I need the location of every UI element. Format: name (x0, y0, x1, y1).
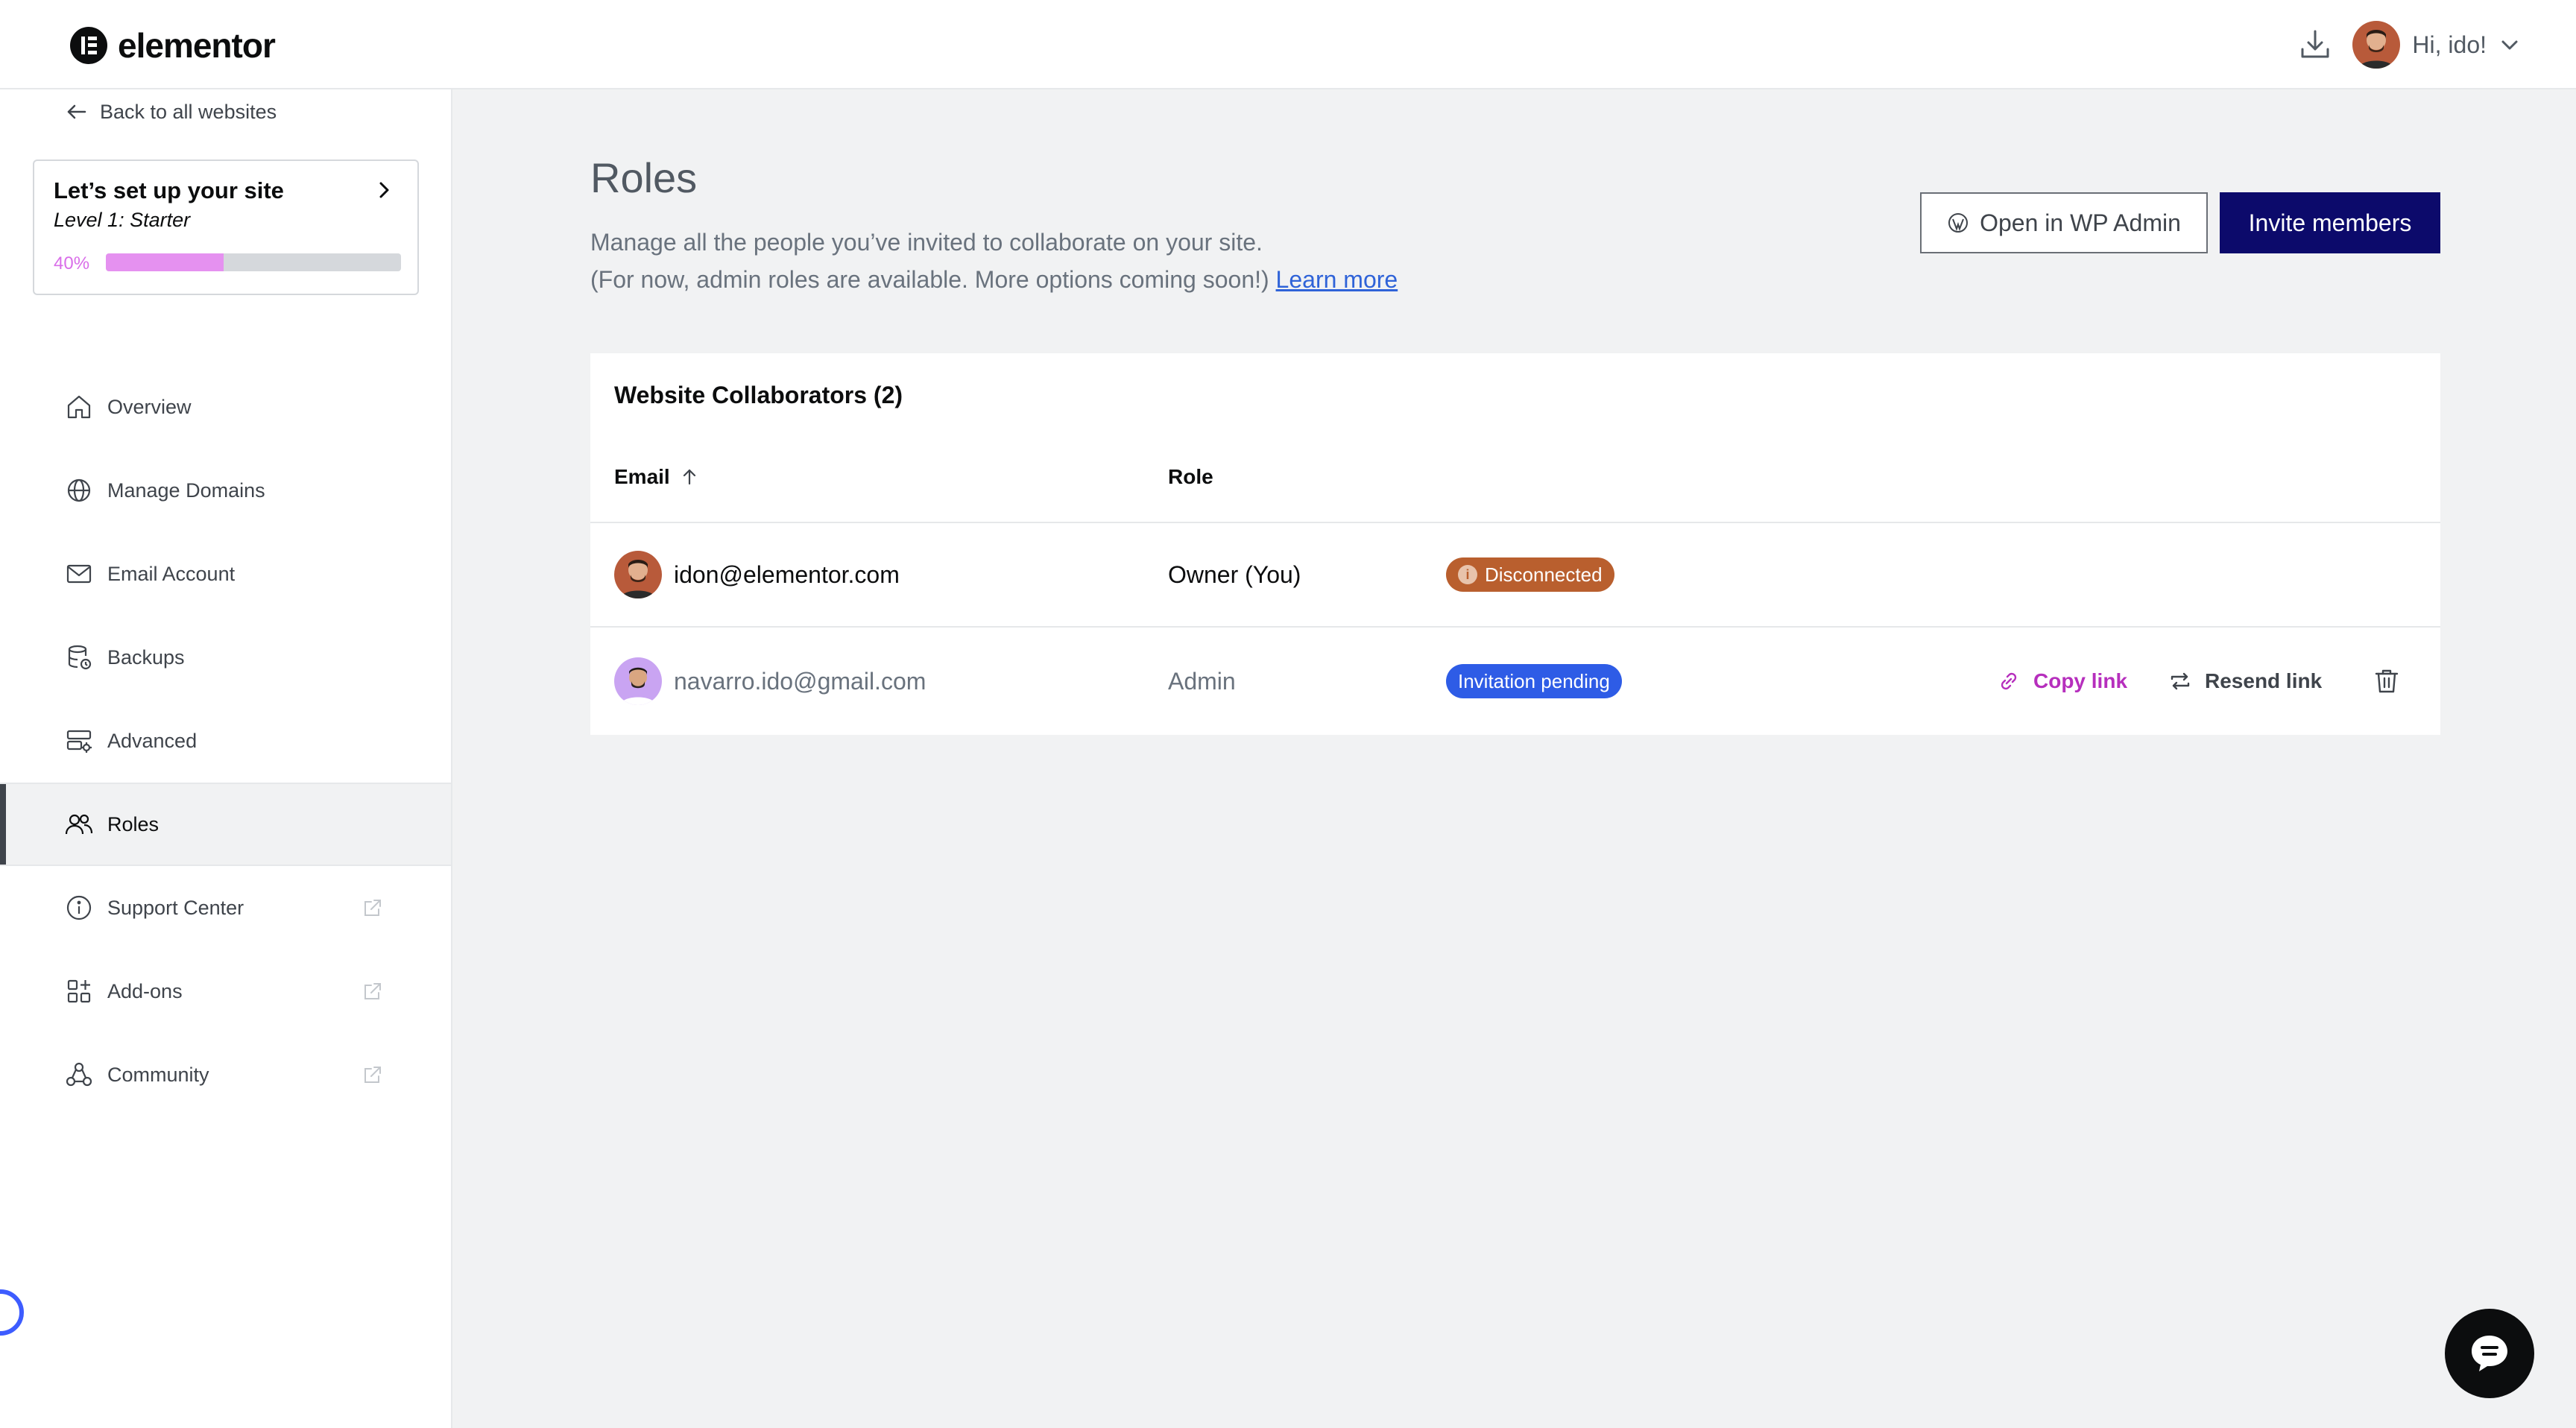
collaborator-email-cell: idon@elementor.com (614, 523, 900, 626)
setup-site-card[interactable]: Let’s set up your site Level 1: Starter … (33, 159, 419, 295)
wordpress-icon (1948, 213, 1969, 233)
collaborators-title: Website Collaborators (2) (614, 382, 903, 408)
sidebar-item-add-ons[interactable]: Add-ons (0, 950, 451, 1033)
sidebar-item-email-account[interactable]: Email Account (0, 532, 451, 616)
sidebar-item-label: Support Center (107, 896, 244, 919)
sidebar-item-overview[interactable]: Overview (0, 365, 451, 449)
table-row: navarro.ido@gmail.com Admin Invitation p… (590, 626, 2440, 735)
delete-collaborator-button[interactable] (2372, 628, 2402, 735)
advanced-icon (66, 730, 92, 753)
sidebar-item-roles[interactable]: Roles (0, 783, 451, 866)
elementor-logo-icon (70, 27, 107, 64)
avatar (614, 657, 662, 705)
setup-progress-bar (106, 253, 401, 271)
sidebar-item-community[interactable]: Community (0, 1033, 451, 1116)
sidebar-item-label: Manage Domains (107, 478, 265, 502)
collaborator-email: navarro.ido@gmail.com (674, 667, 926, 695)
sidebar-item-backups[interactable]: Backups (0, 616, 451, 699)
sidebar-item-advanced[interactable]: Advanced (0, 699, 451, 783)
external-link-icon (364, 983, 381, 999)
collaborator-email-cell: navarro.ido@gmail.com (614, 628, 926, 735)
collaborator-role: Owner (You) (1168, 560, 1301, 588)
page-title: Roles (590, 154, 698, 201)
copy-link-button[interactable]: Copy link (1996, 628, 2127, 735)
info-icon (66, 895, 92, 920)
chevron-right-icon[interactable] (373, 179, 395, 201)
setup-level: Level 1: Starter (54, 209, 191, 231)
chevron-down-icon[interactable] (2498, 34, 2521, 56)
collaborator-role: Admin (1168, 667, 1236, 695)
arrow-left-icon (67, 104, 86, 119)
chat-icon (2472, 1336, 2507, 1371)
user-avatar[interactable] (2352, 21, 2401, 69)
home-icon (67, 395, 91, 419)
sidebar-item-label: Add-ons (107, 979, 183, 1002)
status-badge: Invitation pending (1446, 664, 1622, 698)
external-link-icon (364, 1067, 381, 1083)
open-wp-admin-button[interactable]: Open in WP Admin (1920, 192, 2208, 253)
column-header-role: Role (1168, 465, 1213, 488)
resend-link-button[interactable]: Resend link (2168, 628, 2322, 735)
elementor-logo[interactable]: elementor (70, 25, 276, 66)
sidebar-item-label: Email Account (107, 562, 236, 585)
column-header-email-label: Email (614, 465, 670, 488)
status-badge: i Disconnected (1446, 557, 1614, 592)
download-icon[interactable] (2297, 27, 2333, 63)
link-icon (2001, 672, 2017, 690)
learn-more-link[interactable]: Learn more (1276, 266, 1398, 293)
setup-title: Let’s set up your site (54, 177, 284, 203)
user-greeting[interactable]: Hi, ido! (2412, 31, 2487, 59)
sidebar-item-support-center[interactable]: Support Center (0, 866, 451, 950)
back-to-websites-link[interactable]: Back to all websites (64, 92, 277, 131)
sidebar-item-label: Community (107, 1063, 209, 1086)
resend-icon (2171, 672, 2190, 690)
table-row: idon@elementor.com Owner (You) i Disconn… (590, 522, 2440, 626)
description-line-1: Manage all the people you’ve invited to … (590, 229, 1263, 256)
trash-icon (2375, 669, 2399, 693)
sidebar: Back to all websites Let’s set up your s… (0, 89, 452, 1428)
column-header-email[interactable]: Email (614, 465, 700, 489)
sidebar-item-label: Roles (107, 812, 160, 835)
globe-icon (67, 478, 91, 502)
sidebar-nav: Overview Manage Domains Email Account Ba… (0, 365, 451, 1116)
chat-support-button[interactable] (2445, 1309, 2534, 1398)
community-icon (66, 1062, 92, 1087)
info-icon: i (1458, 565, 1477, 584)
collaborator-email: idon@elementor.com (674, 560, 900, 588)
mail-icon (66, 564, 92, 584)
users-icon (65, 814, 93, 835)
invite-members-button[interactable]: Invite members (2220, 192, 2440, 253)
status-cell: Invitation pending (1446, 628, 1622, 735)
brand-name: elementor (118, 26, 276, 65)
sort-ascending-icon[interactable] (679, 467, 700, 487)
status-badge-label: Disconnected (1485, 563, 1603, 586)
setup-progress-percent: 40% (54, 253, 90, 274)
external-link-icon (364, 900, 381, 916)
top-bar: elementor Hi, ido! (0, 0, 2576, 89)
addons-icon (67, 979, 91, 1003)
setup-progress-fill (106, 253, 224, 271)
avatar (614, 551, 662, 598)
description-line-2: (For now, admin roles are available. Mor… (590, 261, 1398, 298)
backup-icon (68, 645, 92, 670)
back-link-label: Back to all websites (100, 100, 277, 123)
page-description: Manage all the people you’ve invited to … (590, 224, 1398, 298)
sidebar-item-manage-domains[interactable]: Manage Domains (0, 449, 451, 532)
user-area: Hi, ido! (2297, 21, 2521, 69)
description-line-2-text: (For now, admin roles are available. Mor… (590, 266, 1269, 293)
resend-link-label: Resend link (2205, 669, 2323, 692)
open-wp-admin-label: Open in WP Admin (1980, 209, 2181, 236)
sidebar-item-label: Backups (107, 645, 185, 669)
copy-link-label: Copy link (2033, 669, 2128, 692)
collaborators-table: Website Collaborators (2) Email Role ido… (590, 353, 2440, 735)
sidebar-item-label: Advanced (107, 729, 198, 752)
status-cell: i Disconnected (1446, 523, 1614, 626)
sidebar-item-label: Overview (107, 395, 192, 418)
